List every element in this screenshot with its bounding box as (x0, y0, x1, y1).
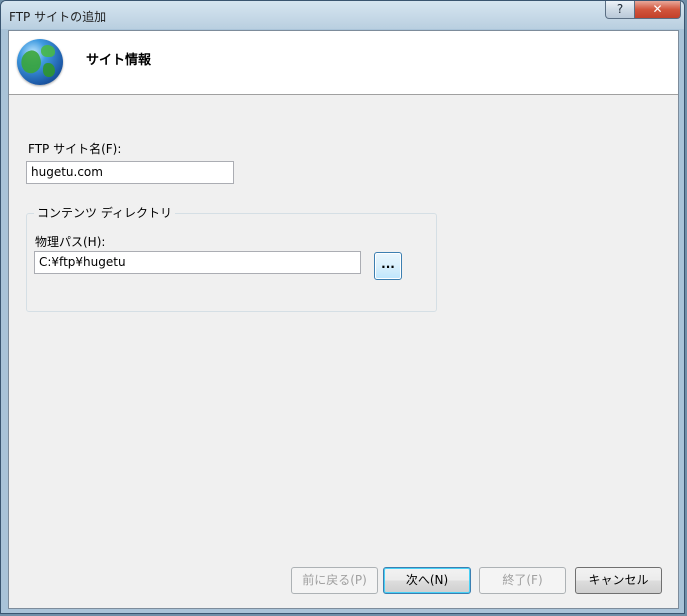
back-button[interactable]: 前に戻る(P) (291, 567, 378, 594)
dialog-client-area: サイト情報 FTP サイト名(F): hugetu.com コンテンツ ディレク… (8, 30, 679, 609)
window-title: FTP サイトの追加 (9, 10, 107, 24)
page-title: サイト情報 (86, 53, 152, 68)
title-bar[interactable]: FTP サイトの追加 ? ✕ (1, 1, 684, 29)
site-name-label: FTP サイト名(F): (28, 142, 122, 156)
add-ftp-site-dialog: FTP サイトの追加 ? ✕ サイト情報 FTP サイト名(F): hugetu… (0, 0, 685, 614)
physical-path-label: 物理パス(H): (35, 235, 106, 249)
physical-path-input[interactable]: C:¥ftp¥hugetu (34, 251, 361, 274)
finish-button[interactable]: 終了(F) (479, 567, 566, 594)
next-button[interactable]: 次へ(N) (383, 567, 471, 594)
browse-button[interactable]: ... (374, 252, 402, 280)
site-name-input[interactable]: hugetu.com (26, 161, 234, 184)
content-directory-group-label: コンテンツ ディレクトリ (34, 204, 175, 221)
wizard-header: サイト情報 (9, 31, 678, 95)
help-button[interactable]: ? (605, 1, 635, 19)
close-button[interactable]: ✕ (634, 1, 681, 19)
globe-icon (17, 39, 63, 85)
cancel-button[interactable]: キャンセル (575, 567, 662, 594)
